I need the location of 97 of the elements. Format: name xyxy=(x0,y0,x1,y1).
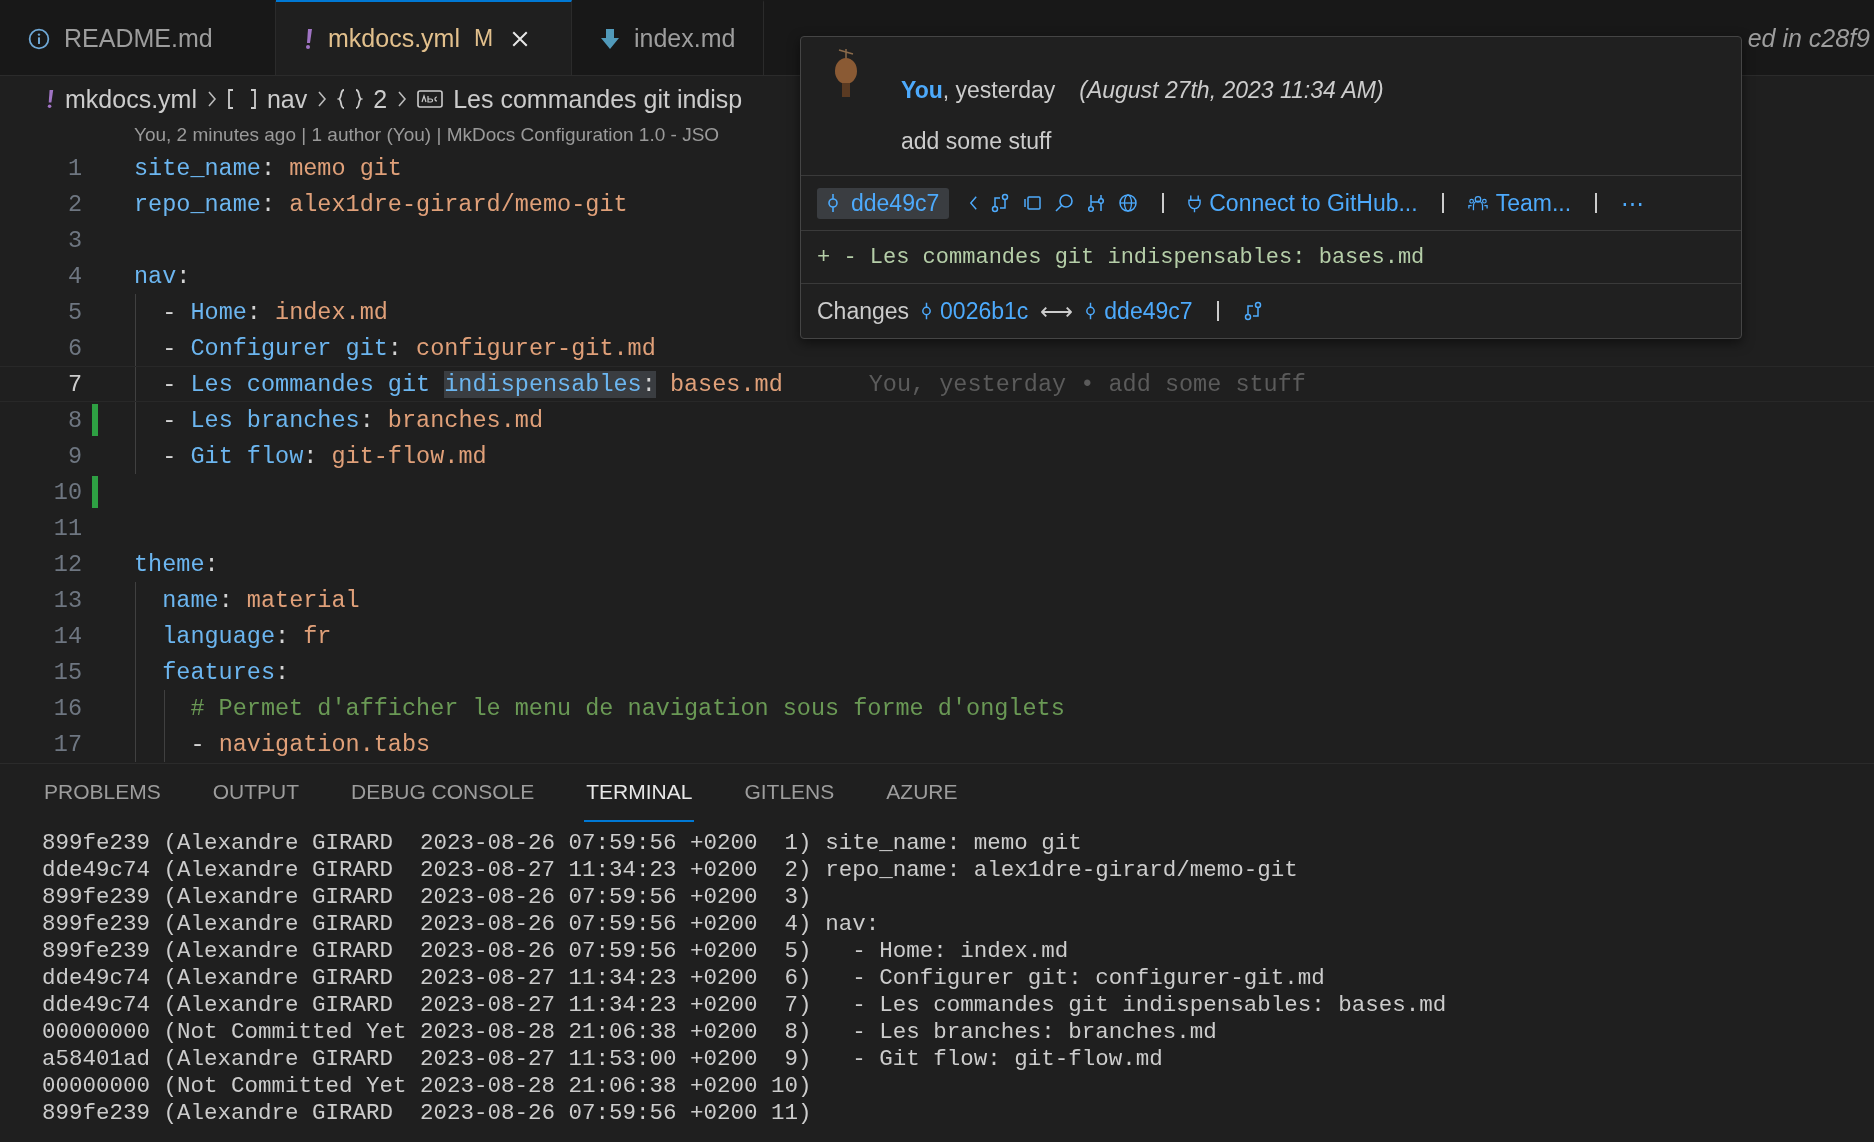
code-line: theme: xyxy=(134,550,219,578)
commit-author: You, yesterday xyxy=(901,77,1056,104)
tab-label: index.md xyxy=(634,24,736,53)
people-icon xyxy=(1467,193,1488,213)
commit-icon xyxy=(827,193,839,213)
down-arrow-icon xyxy=(600,27,620,50)
terminal-line: 899fe239 (Alexandre GIRARD 2023-08-26 07:59:56 +0200 1) site_name: memo git xyxy=(42,830,1083,857)
tab-label: README.md xyxy=(64,24,213,53)
terminal-line: 899fe239 (Alexandre GIRARD 2023-08-26 07:59:56 +0200 4) nav: xyxy=(42,911,881,938)
terminal-line: dde49c74 (Alexandre GIRARD 2023-08-27 11:34:23 +0200 6) - Configurer git: configurer-git.md xyxy=(42,965,1326,992)
braces-icon xyxy=(337,88,364,110)
text-icon xyxy=(417,89,444,109)
code-line: - Git flow: git-flow.md xyxy=(162,442,487,470)
line-number: 1 xyxy=(66,154,82,182)
graph-icon[interactable] xyxy=(1086,193,1107,213)
line-number: 7 xyxy=(66,370,82,398)
terminal-line: 00000000 (Not Committed Yet 2023-08-28 21:06:38 +0200 8) - Les branches: branches.md xyxy=(42,1019,1218,1046)
line-number: 2 xyxy=(66,190,82,218)
commit-icon xyxy=(921,301,933,321)
code-line: - Les branches: branches.md xyxy=(162,406,543,434)
line-number: 3 xyxy=(66,226,82,254)
changes-label: Changes xyxy=(817,297,910,325)
line-number: 6 xyxy=(66,334,82,362)
blame-annotation: You, yesterday • add some stuff xyxy=(868,370,1306,398)
editor-tab[interactable]: index.md xyxy=(572,0,765,75)
tab-label: mkdocs.yml xyxy=(328,24,460,53)
commit-date: (August 27th, 2023 11:34 AM) xyxy=(1079,77,1384,104)
line-number: 15 xyxy=(52,658,82,686)
compare-icon[interactable] xyxy=(990,193,1011,213)
code-line: - navigation.tabs xyxy=(190,730,431,758)
codelens-text[interactable]: You, 2 minutes ago | 1 author (You) | MkDocs Configuration 1.0 - JSO xyxy=(134,124,720,145)
info-icon xyxy=(28,27,50,50)
line-number: 12 xyxy=(52,550,82,578)
commit-icon xyxy=(1085,301,1097,321)
compare-icon[interactable] xyxy=(1242,301,1263,321)
panel-tab[interactable]: GITLENS xyxy=(742,764,837,822)
double-arrow: ⟷ xyxy=(1040,297,1074,325)
close-icon[interactable] xyxy=(511,29,530,48)
team-link[interactable]: Team... xyxy=(1467,189,1572,217)
plug-icon xyxy=(1188,193,1202,213)
terminal-line: dde49c74 (Alexandre GIRARD 2023-08-27 11:34:23 +0200 7) - Les commandes git indispensables: bases.md xyxy=(42,992,1448,1019)
terminal-line: 899fe239 (Alexandre GIRARD 2023-08-26 07:59:56 +0200 5) - Home: index.md xyxy=(42,938,1070,965)
terminal-line: a58401ad (Alexandre GIRARD 2023-08-27 11:53:00 +0200 9) - Git flow: git-flow.md xyxy=(42,1046,1164,1073)
chevron-icon xyxy=(317,91,328,107)
terminal-line: 899fe239 (Alexandre GIRARD 2023-08-26 07:59:56 +0200 11) xyxy=(42,1100,813,1127)
code-line: # Permet d'afficher le menu de navigation sous forme d'onglets xyxy=(190,694,1065,722)
connect-link[interactable]: Connect to GitHub... xyxy=(1188,189,1418,217)
diff-line: + - Les commandes git indispensables: bases.md xyxy=(817,244,1425,270)
code-line: name: material xyxy=(162,586,360,614)
breadcrumb-item[interactable]: nav xyxy=(266,84,308,114)
globe-icon[interactable] xyxy=(1118,193,1139,213)
search-icon[interactable] xyxy=(1054,193,1075,213)
chevron-icon xyxy=(206,91,217,107)
chevron-icon xyxy=(397,91,408,107)
line-number: 14 xyxy=(52,622,82,650)
breadcrumb-item[interactable]: 2 xyxy=(373,84,388,114)
line-number: 16 xyxy=(52,694,82,722)
code-line: - Les commandes git indispensables: bases.md xyxy=(162,370,783,398)
code-line: language: fr xyxy=(162,622,332,650)
terminal-line: 00000000 (Not Committed Yet 2023-08-28 21:06:38 +0200 10) xyxy=(42,1073,813,1100)
breadcrumb-item[interactable]: mkdocs.yml xyxy=(65,84,197,114)
editor-tab[interactable]: mkdocs.yml M xyxy=(276,0,572,75)
code-line: site_name: memo git xyxy=(134,154,402,182)
chevron-left-icon[interactable] xyxy=(969,194,979,212)
panel-tab[interactable]: TERMINAL xyxy=(584,764,695,822)
code-line: - Configurer git: configurer-git.md xyxy=(162,334,656,362)
line-number: 9 xyxy=(66,442,82,470)
line-number: 4 xyxy=(66,262,82,290)
panel-tab[interactable]: OUTPUT xyxy=(210,764,302,822)
panel-icon[interactable] xyxy=(1022,193,1043,213)
commit-sha-link[interactable]: 0026b1c xyxy=(921,297,1029,325)
more-button[interactable]: ⋯ xyxy=(1621,189,1645,217)
commit-message: add some stuff xyxy=(901,128,1053,155)
breadcrumb-item[interactable]: Les commandes git indisp xyxy=(453,84,743,114)
code-line: features: xyxy=(162,658,290,686)
terminal-line: 899fe239 (Alexandre GIRARD 2023-08-26 07:59:56 +0200 3) xyxy=(42,884,813,911)
exclamation-icon xyxy=(46,88,55,110)
code-line: nav: xyxy=(134,262,191,290)
panel-tab[interactable]: DEBUG CONSOLE xyxy=(349,764,537,822)
terminal-line: dde49c74 (Alexandre GIRARD 2023-08-27 11:34:23 +0200 2) repo_name: alex1dre-girard/memo-git xyxy=(42,857,1299,884)
exclamation-icon xyxy=(304,26,314,51)
line-number: 5 xyxy=(66,298,82,326)
line-number: 10 xyxy=(52,478,82,506)
commit-sha-link[interactable]: dde49c7 xyxy=(1085,297,1193,325)
line-number: 11 xyxy=(52,514,82,542)
editor-tab[interactable]: ed in c28f9 xyxy=(1747,0,1874,75)
code-line: repo_name: alex1dre-girard/memo-git xyxy=(134,190,628,218)
line-number: 8 xyxy=(66,406,82,434)
line-number: 17 xyxy=(52,730,82,758)
code-line: - Home: index.md xyxy=(162,298,388,326)
modified-indicator: M xyxy=(473,25,494,52)
commit-sha-button[interactable]: dde49c7 xyxy=(817,187,950,219)
tab-label: ed in c28f9 xyxy=(1747,24,1870,53)
panel-tab[interactable]: AZURE xyxy=(884,764,960,822)
panel-tab[interactable]: PROBLEMS xyxy=(42,764,163,822)
line-number: 13 xyxy=(52,586,82,614)
brackets-icon xyxy=(226,88,257,110)
